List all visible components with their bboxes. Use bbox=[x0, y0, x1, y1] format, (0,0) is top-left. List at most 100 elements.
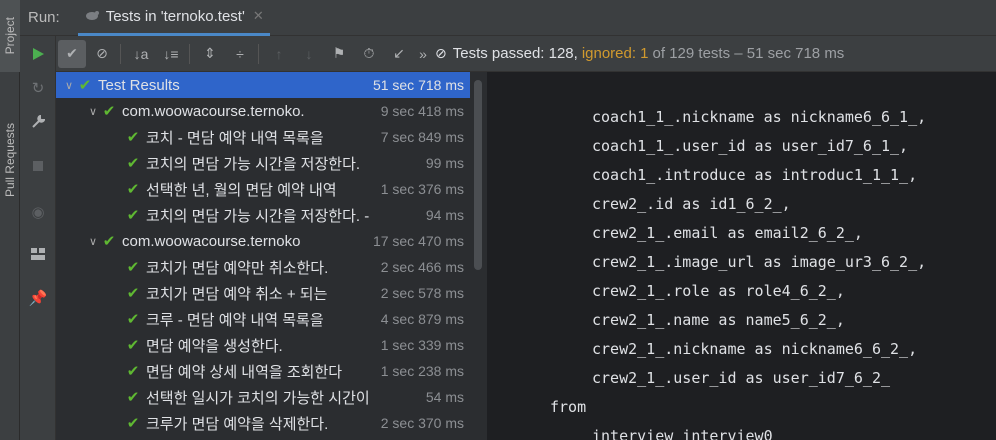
pull-requests-tab[interactable]: Pull Requests bbox=[0, 100, 20, 220]
test-duration: 1 sec 376 ms bbox=[380, 181, 464, 197]
test-case-row[interactable]: ✔ 크루 - 면담 예약 내역 목록을 4 sec 879 ms bbox=[56, 306, 470, 332]
run-tab[interactable]: Tests in 'ternoko.test' ✕ bbox=[77, 0, 270, 36]
chevron-down-icon[interactable]: ∨ bbox=[62, 79, 76, 92]
test-case-row[interactable]: ✔ 선택한 일시가 코치의 가능한 시간이 54 ms bbox=[56, 384, 470, 410]
test-name: com.woowacourse.ternoko bbox=[122, 232, 301, 250]
test-duration: 17 sec 470 ms bbox=[372, 233, 464, 249]
test-name: 면담 예약을 생성한다. bbox=[146, 337, 283, 355]
import-tests-icon[interactable]: ↙ bbox=[385, 40, 413, 68]
test-name: 코치의 면담 가능 시간을 저장한다. - bbox=[146, 207, 370, 225]
test-name: 크루 - 면담 예약 내역 목록을 bbox=[146, 311, 324, 329]
toolbar-divider bbox=[258, 43, 259, 64]
next-failed-icon[interactable]: ↓ bbox=[295, 40, 323, 68]
test-duration: 4 sec 879 ms bbox=[380, 311, 464, 327]
layout-icon[interactable] bbox=[26, 242, 50, 266]
project-tab[interactable]: Project bbox=[0, 0, 20, 72]
scroll-thumb[interactable] bbox=[474, 80, 482, 270]
test-name: 코치가 면담 예약만 취소한다. bbox=[146, 259, 329, 277]
console-line: crew2_1_.image_url as image_ur3_6_2_, bbox=[592, 253, 927, 271]
console-line: crew2_1_.role as role4_6_2_, bbox=[592, 282, 845, 300]
check-icon: ✔ bbox=[78, 77, 92, 94]
console-output[interactable]: coach1_1_.nickname as nickname6_6_1_, coa… bbox=[488, 72, 996, 440]
test-duration: 7 sec 849 ms bbox=[380, 129, 464, 145]
test-tab-icon bbox=[84, 8, 100, 24]
stop-icon[interactable] bbox=[26, 154, 50, 178]
rerun-failed-icon[interactable]: ↻ bbox=[26, 76, 50, 100]
sort-duration-icon[interactable]: ↓≡ bbox=[157, 40, 185, 68]
check-icon: ✔ bbox=[126, 155, 140, 172]
console-line: interview interview0_ bbox=[592, 427, 782, 440]
test-name: 코치 - 면담 예약 내역 목록을 bbox=[146, 129, 324, 147]
check-icon: ✔ bbox=[126, 207, 140, 224]
collapse-all-icon[interactable]: ÷ bbox=[226, 40, 254, 68]
console-line: from bbox=[550, 398, 587, 416]
test-case-row[interactable]: ✔ 면담 예약을 생성한다. 1 sec 339 ms bbox=[56, 332, 470, 358]
test-duration: 94 ms bbox=[425, 207, 464, 223]
test-case-row[interactable]: ✔ 코치의 면담 가능 시간을 저장한다. 99 ms bbox=[56, 150, 470, 176]
test-duration: 9 sec 418 ms bbox=[380, 103, 464, 119]
show-ignored-icon[interactable]: ⊘ bbox=[88, 40, 116, 68]
more-actions-icon[interactable]: » bbox=[415, 40, 431, 68]
expand-all-icon[interactable]: ⇕ bbox=[196, 40, 224, 68]
test-status: ⊘ Tests passed: 128, ignored: 1 of 129 t… bbox=[435, 45, 844, 62]
test-duration: 54 ms bbox=[425, 389, 464, 405]
status-summary: of 129 tests – 51 sec 718 ms bbox=[652, 45, 845, 62]
toolbar-divider bbox=[120, 43, 121, 64]
check-icon: ✔ bbox=[126, 389, 140, 406]
status-ignored: ignored: 1 bbox=[581, 45, 649, 62]
console-line: crew2_.id as id1_6_2_, bbox=[592, 195, 791, 213]
chevron-down-icon[interactable]: ∨ bbox=[86, 235, 100, 248]
test-case-row[interactable]: ✔ 면담 예약 상세 내역을 조회한다 1 sec 238 ms bbox=[56, 358, 470, 384]
test-case-row[interactable]: ✔ 선택한 년, 월의 면담 예약 내역 1 sec 376 ms bbox=[56, 176, 470, 202]
test-case-row[interactable]: ✔ 크루가 면담 예약을 삭제한다. 2 sec 370 ms bbox=[56, 410, 470, 436]
toolbar-divider bbox=[189, 43, 190, 64]
test-case-row[interactable]: ✔ 코치가 면담 예약만 취소한다. 2 sec 466 ms bbox=[56, 254, 470, 280]
pin-icon[interactable]: 📌 bbox=[26, 286, 50, 310]
run-tab-title: Tests in 'ternoko.test' bbox=[105, 7, 245, 25]
check-icon: ✔ bbox=[102, 103, 116, 120]
status-icon: ⊘ bbox=[435, 45, 447, 61]
test-case-row[interactable]: ✔ 코치 - 면담 예약 내역 목록을 7 sec 849 ms bbox=[56, 124, 470, 150]
test-duration: 1 sec 238 ms bbox=[380, 363, 464, 379]
run-marker-icon[interactable]: ⚑ bbox=[325, 40, 353, 68]
test-results-root[interactable]: ∨ ✔ Test Results 51 sec 718 ms bbox=[56, 72, 470, 98]
test-case-row[interactable]: ✔ 코치의 면담 가능 시간을 저장한다. - 94 ms bbox=[56, 202, 470, 228]
test-results-tree: ∨ ✔ Test Results 51 sec 718 ms ∨ ✔ com.woowaco… bbox=[56, 72, 470, 440]
test-duration: 99 ms bbox=[425, 155, 464, 171]
show-passed-icon[interactable]: ✔ bbox=[58, 39, 86, 68]
check-icon: ✔ bbox=[126, 181, 140, 198]
tool-window-strip: Project Pull Requests bbox=[0, 0, 20, 440]
previous-failed-icon[interactable]: ↑ bbox=[265, 40, 293, 68]
test-name: 코치의 면담 가능 시간을 저장한다. bbox=[146, 155, 361, 173]
pull-requests-tab-label: Pull Requests bbox=[3, 122, 17, 198]
check-icon: ✔ bbox=[126, 337, 140, 354]
check-icon: ✔ bbox=[126, 363, 140, 380]
test-name: 크루가 면담 예약을 삭제한다. bbox=[146, 415, 329, 433]
test-duration: 1 sec 339 ms bbox=[380, 337, 464, 353]
run-header: Run: Tests in 'ternoko.test' ✕ bbox=[20, 0, 996, 36]
test-case-row[interactable]: ✔ 코치가 면담 예약 취소 + 되는 2 sec 578 ms bbox=[56, 280, 470, 306]
test-class-row[interactable]: ∨ ✔ com.woowacourse.ternoko 17 sec 470 ms bbox=[56, 228, 470, 254]
test-duration: 2 sec 466 ms bbox=[380, 259, 464, 275]
close-icon[interactable]: ✕ bbox=[253, 8, 264, 24]
history-icon[interactable]: ⏱ bbox=[355, 40, 383, 68]
eye-icon[interactable]: ◉ bbox=[26, 200, 50, 224]
status-passed: Tests passed: 128, bbox=[452, 45, 578, 62]
check-icon: ✔ bbox=[102, 233, 116, 250]
wrench-icon[interactable] bbox=[26, 110, 50, 134]
check-icon: ✔ bbox=[126, 415, 140, 432]
tree-scrollbar[interactable] bbox=[470, 72, 488, 440]
rerun-icon[interactable] bbox=[26, 42, 50, 66]
console-line: crew2_1_.email as email2_6_2_, bbox=[592, 224, 863, 242]
console-line: crew2_1_.nickname as nickname6_6_2_, bbox=[592, 340, 918, 358]
test-name: 선택한 년, 월의 면담 예약 내역 bbox=[146, 181, 337, 199]
check-icon: ✔ bbox=[126, 259, 140, 276]
check-icon: ✔ bbox=[126, 129, 140, 146]
run-label: Run: bbox=[28, 9, 60, 26]
chevron-down-icon[interactable]: ∨ bbox=[86, 105, 100, 118]
test-class-row[interactable]: ∨ ✔ com.woowacourse.ternoko. 9 sec 418 ms bbox=[56, 98, 470, 124]
test-duration: 2 sec 578 ms bbox=[380, 285, 464, 301]
test-duration: 51 sec 718 ms bbox=[372, 77, 464, 93]
sort-alpha-icon[interactable]: ↓a bbox=[127, 40, 155, 68]
check-icon: ✔ bbox=[126, 285, 140, 302]
